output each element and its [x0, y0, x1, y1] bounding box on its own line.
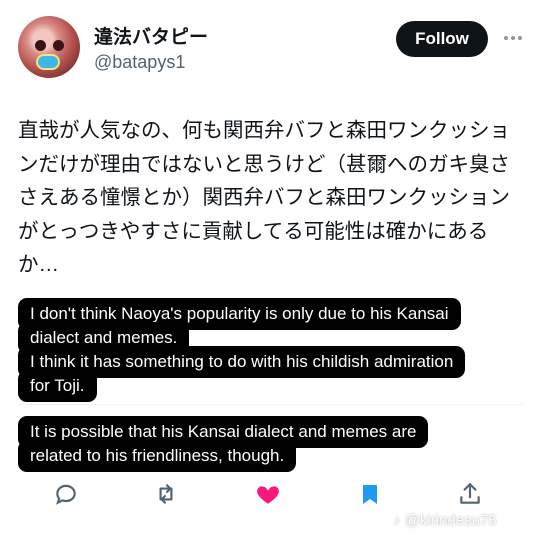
post-text: 直哉が人気なの、何も関西弁バフと森田ワンクッションだけが理由ではないと思うけど（…	[18, 119, 510, 276]
watermark: ♪ @kirindesu75	[393, 512, 497, 529]
action-bar	[0, 474, 540, 514]
avatar[interactable]	[18, 16, 80, 78]
bookmark-icon[interactable]	[350, 474, 390, 514]
subtitle-line: related to his friendliness, though.	[18, 440, 297, 472]
subtitle-line: for Toji.	[18, 370, 97, 402]
repost-icon[interactable]	[146, 474, 186, 514]
avatar-pacifier	[36, 54, 60, 70]
dot	[511, 36, 515, 40]
heart-icon[interactable]	[248, 474, 288, 514]
more-options-icon[interactable]	[498, 27, 528, 49]
follow-button[interactable]: Follow	[396, 21, 488, 57]
dot	[504, 36, 508, 40]
watermark-text: @kirindesu75	[404, 512, 497, 529]
tiktok-icon: ♪	[393, 512, 401, 529]
reply-icon[interactable]	[46, 474, 86, 514]
dot	[518, 36, 522, 40]
share-icon[interactable]	[450, 474, 490, 514]
author-display-name[interactable]: 違法バタピー	[94, 22, 208, 49]
avatar-eye	[35, 40, 46, 51]
avatar-eye	[53, 40, 64, 51]
divider	[18, 404, 523, 405]
author-handle[interactable]: @batapys1	[94, 52, 185, 73]
